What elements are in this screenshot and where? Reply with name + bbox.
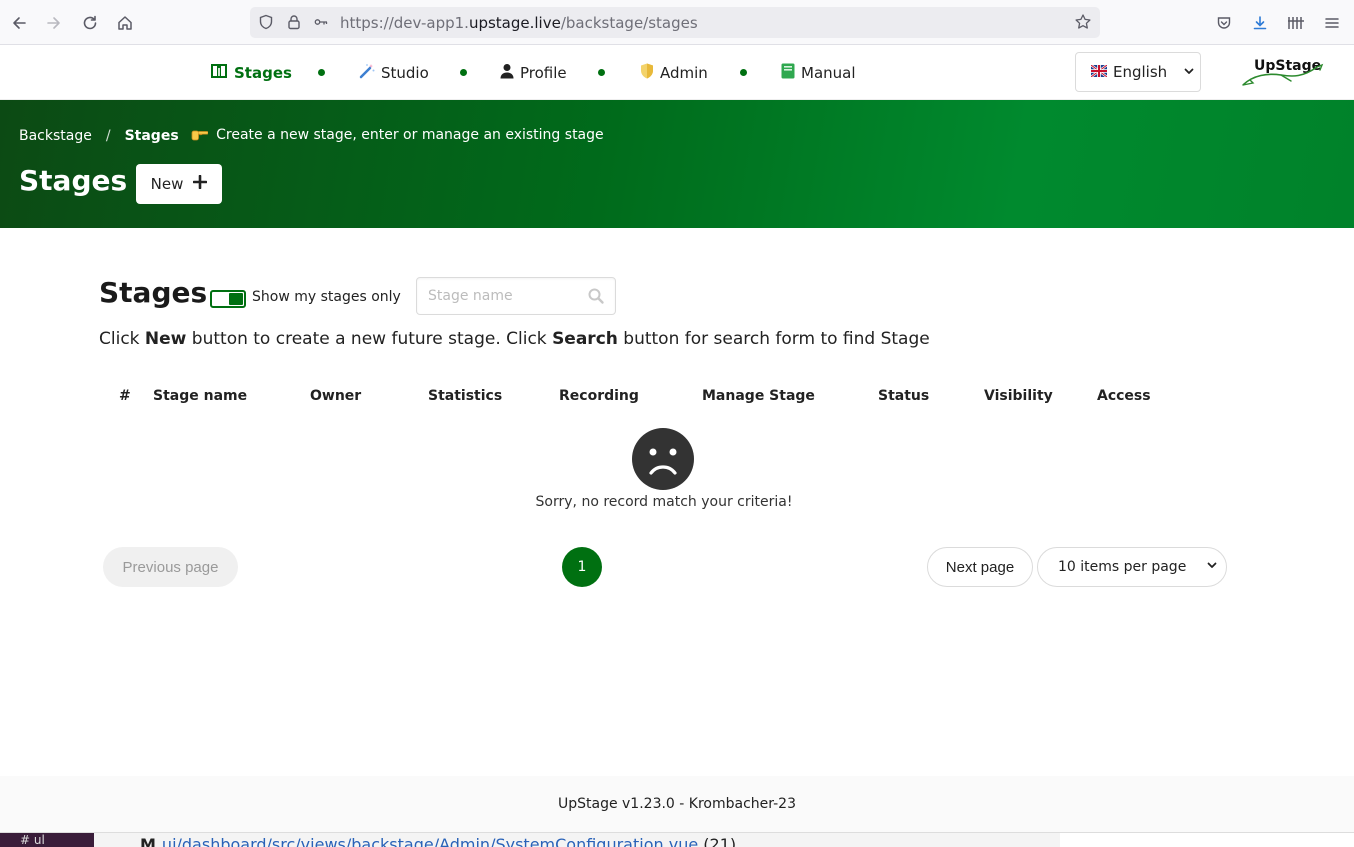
shield-icon <box>640 63 654 83</box>
stages-table-header: # Stage name Owner Statistics Recording … <box>99 388 1229 408</box>
book-icon <box>781 63 795 83</box>
forward-icon[interactable] <box>41 10 67 36</box>
column-status[interactable]: Status <box>878 388 929 404</box>
column-owner[interactable]: Owner <box>310 388 361 404</box>
pointing-hand-icon <box>191 128 209 145</box>
pocket-icon[interactable] <box>1213 12 1235 34</box>
column-visibility[interactable]: Visibility <box>984 388 1053 404</box>
user-icon <box>500 63 514 83</box>
nav-separator-dot <box>460 69 467 76</box>
upstage-logo[interactable]: UpStage <box>1240 55 1326 91</box>
show-my-stages-toggle[interactable] <box>210 290 246 308</box>
breadcrumb-separator: / <box>105 128 111 144</box>
nav-item-studio[interactable]: Studio <box>359 63 429 83</box>
nav-item-manual[interactable]: Manual <box>781 63 856 83</box>
page-1-button[interactable]: 1 <box>562 547 602 587</box>
column-statistics: Statistics <box>428 388 503 404</box>
stage-name-search-input[interactable] <box>417 278 587 314</box>
reload-icon[interactable] <box>77 10 103 36</box>
column-recording: Recording <box>559 388 639 404</box>
hero-banner: Backstage / Stages Create a new stage, e… <box>0 100 1354 228</box>
search-icon[interactable] <box>587 287 605 305</box>
home-icon[interactable] <box>112 10 138 36</box>
magic-wand-icon <box>359 63 375 83</box>
hamburger-menu-icon[interactable] <box>1321 12 1343 34</box>
breadcrumb-stages[interactable]: Stages <box>125 128 179 144</box>
app-navbar: Stages Studio Profile Admin Manual Engli… <box>0 45 1354 100</box>
toggle-label: Show my stages only <box>252 289 401 305</box>
page-title: Stages <box>19 164 128 197</box>
uk-flag-icon <box>1090 63 1108 81</box>
tracking-shield-icon[interactable] <box>257 13 275 31</box>
footer: UpStage v1.23.0 - Krombacher-23 <box>0 776 1354 832</box>
toggle-knob <box>229 293 243 305</box>
url-text[interactable]: https://dev-app1.upstage.live/backstage/… <box>340 14 698 32</box>
chevron-down-icon <box>1183 63 1195 81</box>
address-bar[interactable]: https://dev-app1.upstage.live/backstage/… <box>250 7 1100 38</box>
nav-item-profile[interactable]: Profile <box>500 63 567 83</box>
column-manage-stage: Manage Stage <box>702 388 815 404</box>
language-select[interactable]: English <box>1075 52 1201 92</box>
library-icon[interactable] <box>1285 12 1307 34</box>
nav-separator-dot <box>740 69 747 76</box>
new-stage-button[interactable]: New <box>136 164 222 204</box>
next-page-button[interactable]: Next page <box>927 547 1033 587</box>
nav-item-stages[interactable]: Stages <box>210 63 292 83</box>
previous-page-button[interactable]: Previous page <box>103 547 238 587</box>
stage-search-box <box>416 277 616 315</box>
section-title: Stages <box>99 276 208 309</box>
downloads-icon[interactable] <box>1249 12 1271 34</box>
background-terminal-strip: # ul Mui/dashboard/src/views/backstage/A… <box>0 832 1354 847</box>
items-per-page-select[interactable]: 10 items per page <box>1037 547 1227 587</box>
terminal-line: Mui/dashboard/src/views/backstage/Admin/… <box>140 835 737 847</box>
column-number[interactable]: # <box>119 388 131 404</box>
column-access: Access <box>1097 388 1151 404</box>
breadcrumb-hint: Create a new stage, enter or manage an e… <box>191 127 604 145</box>
empty-state-message: Sorry, no record match your criteria! <box>535 494 793 510</box>
nav-separator-dot <box>598 69 605 76</box>
breadcrumb-backstage[interactable]: Backstage <box>19 128 92 144</box>
breadcrumb: Backstage / Stages Create a new stage, e… <box>19 127 604 145</box>
nav-item-admin[interactable]: Admin <box>640 63 708 83</box>
plus-icon <box>193 174 208 193</box>
column-stage-name[interactable]: Stage name <box>153 388 247 404</box>
lock-icon[interactable] <box>285 13 303 31</box>
stage-icon <box>210 63 228 83</box>
chevron-down-icon <box>1206 559 1218 575</box>
back-icon[interactable] <box>6 10 32 36</box>
sad-face-icon <box>632 428 694 490</box>
nav-separator-dot <box>318 69 325 76</box>
instruction-text: Click New button to create a new future … <box>99 329 930 349</box>
permissions-icon[interactable] <box>312 13 330 31</box>
browser-toolbar: https://dev-app1.upstage.live/backstage/… <box>0 0 1354 45</box>
terminal-tab: # ul <box>0 833 94 847</box>
version-text: UpStage v1.23.0 - Krombacher-23 <box>557 796 796 812</box>
bookmark-star-icon[interactable] <box>1074 13 1092 31</box>
